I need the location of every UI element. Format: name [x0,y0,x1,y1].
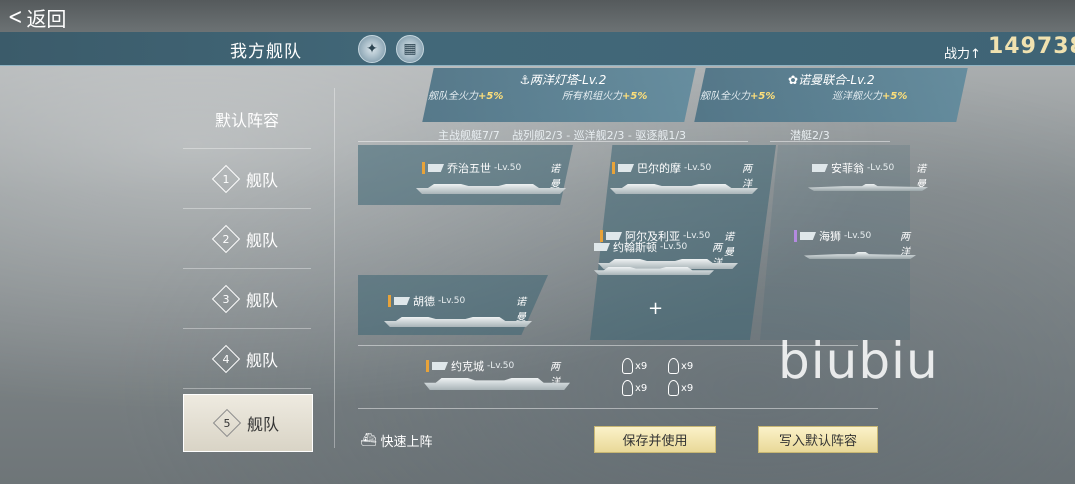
ship-faction: 诺曼 [516,297,526,323]
cruiser-class-icon [618,164,634,172]
section-divider [358,408,878,409]
add-ship-slot[interactable]: + [648,298,663,319]
fleet-number-icon: 5 [212,408,242,438]
bonus-title: ⚓两洋灯塔-Lv.2 [520,73,607,87]
page-title: 我方舰队 [230,42,302,62]
power-label: 战力↑ [944,47,981,62]
fleet-number-icon: 4 [211,344,241,374]
ship-faction: 诺曼 [724,232,734,258]
category-divider [358,141,748,142]
shell-icon [622,358,633,374]
bonus-effect: 舰队全火力+5% [428,91,504,102]
ship-label: 胡德 -Lv.50 [388,293,465,309]
shell-icon [668,380,679,396]
shield-emblem-icon[interactable]: ▦ [396,35,424,63]
save-and-use-button[interactable]: 保存并使用 [594,426,716,453]
menu-default-lineup[interactable]: 默认阵容 [183,90,311,149]
ship-faction: 诺曼 [916,164,926,190]
destroyer-class-icon [594,243,610,251]
bonus-title: ✿诺曼联合-Lv.2 [788,73,875,87]
ammo-slot[interactable]: x9 [622,358,647,374]
ship-faction: 诺曼 [550,164,560,190]
menu-fleet-3[interactable]: 3 舰队 [183,270,311,329]
ammo-slot[interactable]: x9 [668,358,693,374]
carrier-silhouette [424,378,570,390]
power-value: 149738 [988,34,1075,59]
fleet-number-icon: 1 [211,164,241,194]
ship-label: 约克城 -Lv.50 [426,358,514,374]
ship-label: 安菲翁 -Lv.50 [812,160,894,176]
ammo-slot[interactable]: x9 [622,380,647,396]
top-strip [0,0,1075,32]
fleet-emblem-icon[interactable]: ✦ [358,35,386,63]
ship-faction: 两洋 [900,232,910,258]
menu-fleet-5[interactable]: 5 舰队 [183,394,313,452]
back-button[interactable]: < 返回 [6,3,67,32]
battleship-class-icon [394,297,410,305]
ships-icon: ⛴ [360,433,377,448]
menu-fleet-label: 舰队 [246,415,279,434]
chevron-left-icon: < [7,5,23,30]
menu-fleet-label: 舰队 [245,231,278,250]
category-divider [770,141,890,142]
battleship-class-icon [428,164,444,172]
ship-label: 巴尔的摩 -Lv.50 [612,160,711,176]
back-label: 返回 [26,7,67,31]
write-default-lineup-button[interactable]: 写入默认阵容 [758,426,878,453]
shell-icon [622,380,633,396]
watermark: biubiu [778,332,939,390]
menu-fleet-1[interactable]: 1 舰队 [183,150,311,209]
header-bar [0,32,1075,66]
menu-fleet-label: 舰队 [245,291,278,310]
menu-fleet-2[interactable]: 2 舰队 [183,210,311,269]
quick-deploy-label: 快速上阵 [380,435,433,450]
menu-fleet-label: 舰队 [245,351,278,370]
menu-default-lineup-label: 默认阵容 [214,111,279,130]
menu-fleet-label: 舰队 [245,171,278,190]
bonus-effect: 舰队全火力+5% [700,91,776,102]
carrier-class-icon [432,362,448,370]
quick-deploy-button[interactable]: ⛴ 快速上阵 [360,431,433,450]
bonus-effect: 巡洋舰火力+5% [832,91,908,102]
submarine-class-icon [800,232,816,240]
submarine-class-icon [812,164,828,172]
ship-faction: 两洋 [742,164,752,190]
shell-icon [668,358,679,374]
fleet-number-icon: 3 [211,284,241,314]
fleet-number-icon: 2 [211,224,241,254]
bonus-effect: 所有机组火力+5% [562,91,648,102]
ship-label: 海狮 -Lv.50 [794,228,871,244]
menu-divider [334,88,335,448]
ship-label: 乔治五世 -Lv.50 [422,160,521,176]
ship-label: 约翰斯顿 -Lv.50 [594,239,687,255]
ammo-slot[interactable]: x9 [668,380,693,396]
menu-fleet-4[interactable]: 4 舰队 [183,330,311,389]
